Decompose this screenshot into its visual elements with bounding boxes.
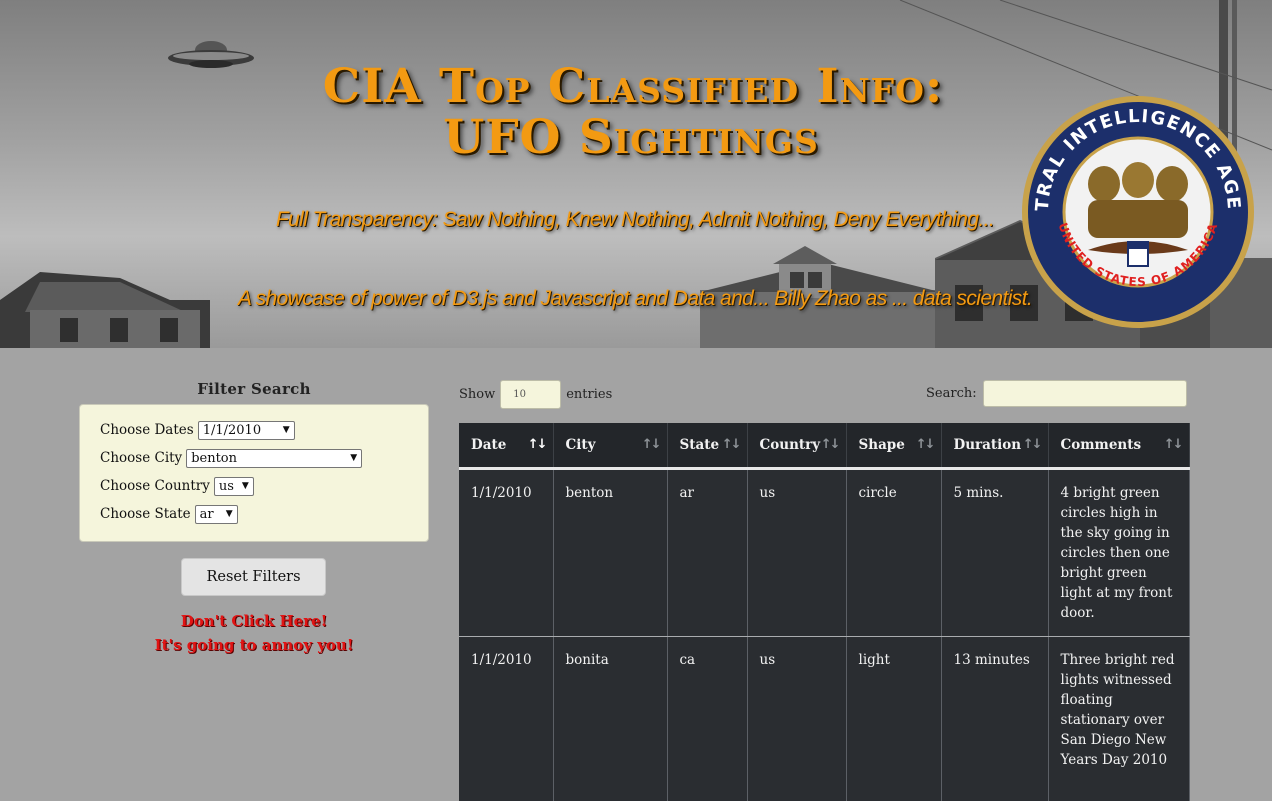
cell-date: 1/1/2010 <box>459 636 554 801</box>
cell-country: us <box>747 468 847 637</box>
state-label: Choose State <box>100 506 191 522</box>
city-select-value: benton <box>191 450 237 466</box>
cell-duration: 13 minutes <box>941 636 1049 801</box>
cell-shape: light <box>846 636 942 801</box>
sort-icon: ↑↓ <box>915 437 936 452</box>
state-select[interactable]: ar ▼ <box>194 504 238 524</box>
column-header-label: Duration <box>953 436 1022 453</box>
cell-state: ar <box>667 468 748 637</box>
column-header-label: Date <box>471 436 507 453</box>
column-header-label: State <box>679 436 720 453</box>
sort-icon: ↑↓ <box>1022 437 1043 452</box>
search-label: Search: <box>926 386 977 401</box>
column-header-label: City <box>565 436 596 453</box>
dont-click-link[interactable]: Don't Click Here! <box>80 612 428 630</box>
country-label: Choose Country <box>100 478 210 494</box>
filter-row-city: Choose City benton ▼ <box>100 444 428 472</box>
show-label: Show <box>459 387 496 402</box>
table-row: 1/1/2010 bonita ca us light 13 minutes T… <box>459 636 1190 801</box>
date-label: Choose Dates <box>100 422 194 438</box>
cell-shape: circle <box>846 468 942 637</box>
reset-filters-button[interactable]: Reset Filters <box>181 558 326 596</box>
caret-down-icon: ▼ <box>282 425 290 435</box>
state-select-value: ar <box>199 506 214 522</box>
banner-subtitle-2: A showcase of power of D3.js and Javascr… <box>237 287 1033 310</box>
column-header-duration[interactable]: Duration ↑↓ <box>941 423 1049 470</box>
banner-subtitle-1: Full Transparency: Saw Nothing, Knew Not… <box>275 208 995 231</box>
caret-down-icon: ▼ <box>241 481 249 491</box>
column-header-label: Shape <box>858 436 905 453</box>
date-select[interactable]: 1/1/2010 ▼ <box>197 420 295 440</box>
filter-row-state: Choose State ar ▼ <box>100 500 428 528</box>
page-length-control: Show 10 entries <box>459 380 612 409</box>
cell-state: ca <box>667 636 748 801</box>
city-select[interactable]: benton ▼ <box>186 448 363 468</box>
cell-city: bonita <box>553 636 668 801</box>
sort-icon: ↑↓ <box>527 437 548 452</box>
banner-title-line2: UFO Sightings <box>443 110 819 165</box>
column-header-city[interactable]: City ↑↓ <box>553 423 668 470</box>
banner-title-line1: CIA Top Classified Info: <box>322 59 944 114</box>
city-label: Choose City <box>100 450 183 466</box>
column-header-country[interactable]: Country ↑↓ <box>747 423 847 470</box>
cell-duration: 5 mins. <box>941 468 1049 637</box>
cell-date: 1/1/2010 <box>459 468 554 637</box>
table-header-row: Date ↑↓ City ↑↓ State ↑↓ Country ↑↓ Shape ↑↓ … <box>459 423 1190 470</box>
column-header-label: Country <box>759 436 821 453</box>
caret-down-icon: ▼ <box>225 509 233 519</box>
column-header-shape[interactable]: Shape ↑↓ <box>846 423 942 470</box>
column-header-label: Comments <box>1060 436 1142 453</box>
cell-country: us <box>747 636 847 801</box>
hero-banner: CENTRAL INTELLIGENCE AGENCY UNITED STATE… <box>0 0 1272 348</box>
sort-icon: ↑↓ <box>820 437 841 452</box>
country-select[interactable]: us ▼ <box>213 476 254 496</box>
filter-row-date: Choose Dates 1/1/2010 ▼ <box>100 416 428 444</box>
filter-heading: Filter Search <box>197 380 311 398</box>
entries-label: entries <box>566 387 613 402</box>
column-header-comments[interactable]: Comments ↑↓ <box>1048 423 1190 470</box>
sort-icon: ↑↓ <box>721 437 742 452</box>
caret-down-icon: ▼ <box>350 453 358 463</box>
cell-comments: 4 bright green circles high in the sky g… <box>1048 468 1190 637</box>
search-input[interactable] <box>982 380 1187 407</box>
annoy-warning-text[interactable]: It's going to annoy you! <box>80 636 428 654</box>
table-search-control: Search: <box>926 380 1187 407</box>
page-length-select[interactable]: 10 <box>500 380 562 409</box>
sort-icon: ↑↓ <box>641 437 662 452</box>
date-select-value: 1/1/2010 <box>202 422 262 438</box>
cell-comments: Three bright red lights witnessed floati… <box>1048 636 1190 801</box>
country-select-value: us <box>218 478 234 494</box>
filter-row-country: Choose Country us ▼ <box>100 472 428 500</box>
sort-icon: ↑↓ <box>1163 437 1184 452</box>
column-header-state[interactable]: State ↑↓ <box>667 423 748 470</box>
ufo-sightings-table: Date ↑↓ City ↑↓ State ↑↓ Country ↑↓ Shape ↑↓ … <box>459 423 1190 801</box>
column-header-date[interactable]: Date ↑↓ <box>459 423 554 470</box>
table-row: 1/1/2010 benton ar us circle 5 mins. 4 b… <box>459 468 1190 637</box>
filter-form: Choose Dates 1/1/2010 ▼ Choose City bent… <box>79 404 429 542</box>
cell-city: benton <box>553 468 668 637</box>
